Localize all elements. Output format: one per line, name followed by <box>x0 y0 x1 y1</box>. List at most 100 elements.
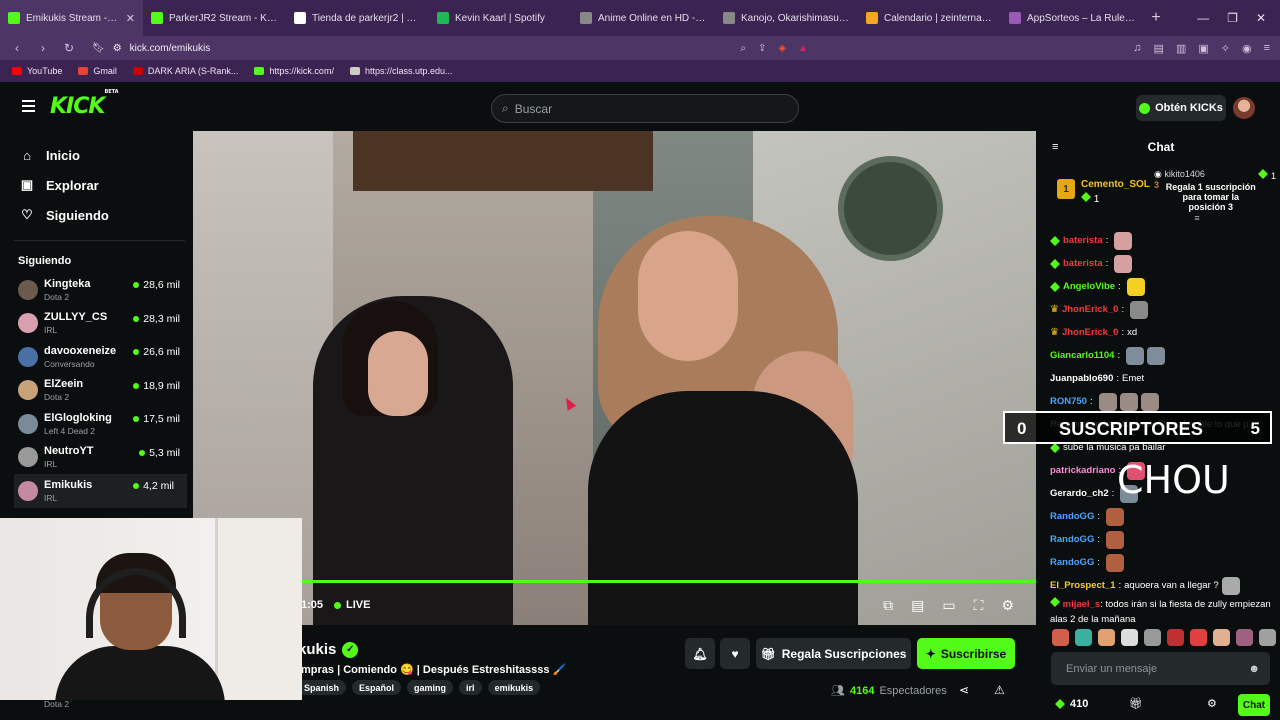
forward-icon[interactable]: › <box>36 41 50 55</box>
rewards-icon[interactable]: ▲ <box>798 43 808 54</box>
browser-tab[interactable]: Emikukis Stream - Watch Live ✕ <box>0 0 143 36</box>
chat-username[interactable]: RandoGG <box>1050 511 1094 522</box>
sidebar-nav-explorar[interactable]: ▣ Explorar <box>0 170 193 200</box>
chat-username[interactable]: baterista <box>1063 258 1103 269</box>
gift-slot[interactable]: ◉ kikito1406 1 3 Regala 1 suscripción pa… <box>1154 169 1280 223</box>
browser-tab[interactable]: AppSorteos – La Ruleta de la Suerte <box>1001 0 1144 36</box>
vpn-icon[interactable]: ◉ <box>1242 42 1252 55</box>
sidebar-nav-siguiendo[interactable]: ♡ Siguiendo <box>0 200 193 230</box>
theater-mode-icon[interactable]: ▭ <box>942 597 955 614</box>
browser-tab[interactable]: Anime Online en HD - TioAnime <box>572 0 715 36</box>
wallet-icon[interactable]: ▣ <box>1198 42 1208 55</box>
chat-username[interactable]: El_Prospect_1 <box>1050 580 1115 591</box>
pip-icon[interactable]: ⧉ <box>883 597 893 614</box>
video-progress-bar[interactable] <box>300 580 1036 583</box>
report-icon[interactable]: ⚠ <box>994 683 1005 697</box>
new-tab-button[interactable]: + <box>1144 9 1168 27</box>
quick-emote-icon[interactable] <box>1075 629 1092 646</box>
browser-tab[interactable]: Kanojo, Okarishimasu 4th Season <box>715 0 858 36</box>
followed-channel[interactable]: ZULLYY_CS IRL 28,3 mil <box>0 307 193 341</box>
bookmark-icon[interactable]: 🔖︎ <box>92 43 105 54</box>
quick-emote-icon[interactable] <box>1098 629 1115 646</box>
media-icon[interactable]: ♫ <box>1133 42 1141 55</box>
channel-name[interactable]: kukis ✓ <box>298 641 359 658</box>
browser-tab[interactable]: ParkerJR2 Stream - Kick Daily <box>143 0 286 36</box>
quick-emote-icon[interactable] <box>1052 629 1069 646</box>
restore-icon[interactable]: ❐ <box>1227 11 1238 25</box>
chat-input[interactable]: Enviar un mensaje ☻ <box>1051 652 1270 685</box>
browser-tab[interactable]: Tienda de parkerjr2 | The best <box>286 0 429 36</box>
chat-settings-icon[interactable]: ⚙ <box>1207 697 1217 710</box>
followed-channel[interactable]: davooxeneize Conversando 26,6 mil <box>0 340 193 374</box>
menu-icon[interactable]: ≡ <box>1264 42 1270 55</box>
followed-channel[interactable]: Emikukis IRL 4,2 mil <box>14 474 187 508</box>
chat-username[interactable]: AngeloVibe <box>1063 281 1115 292</box>
chat-username[interactable]: RandoGG <box>1050 557 1094 568</box>
clip-icon[interactable]: ▤ <box>911 597 924 614</box>
chat-username[interactable]: baterista <box>1063 235 1103 246</box>
chat-username[interactable]: RON750 <box>1050 396 1087 407</box>
quick-emote-icon[interactable] <box>1167 629 1184 646</box>
chat-username[interactable]: RandoGG <box>1050 534 1094 545</box>
followed-channel[interactable]: ElZeein Dota 2 18,9 mil <box>0 374 193 408</box>
channel-points[interactable]: 410 <box>1055 698 1088 710</box>
emoji-icon[interactable]: ☻ <box>1248 663 1260 675</box>
expand-leaderboard-icon[interactable]: ≡ <box>1114 213 1280 223</box>
minimize-icon[interactable]: — <box>1197 11 1209 25</box>
bookmark-item[interactable]: https://kick.com/ <box>254 66 334 76</box>
sidebar-nav-inicio[interactable]: ⌂ Inicio <box>0 140 193 170</box>
reload-icon[interactable]: ↻ <box>62 41 76 55</box>
browser-tab[interactable]: Kevin Kaarl | Spotify <box>429 0 572 36</box>
notification-button[interactable]: 🔔︎ <box>685 638 715 669</box>
stream-tag[interactable]: Español <box>352 680 402 695</box>
share-icon[interactable]: ⋖ <box>959 683 969 697</box>
stream-tag[interactable]: Spanish <box>297 680 347 695</box>
send-chat-button[interactable]: Chat <box>1238 694 1270 716</box>
chat-username[interactable]: JhonErick_0 <box>1062 327 1119 338</box>
chat-username[interactable]: JhonErick_0 <box>1062 304 1119 315</box>
close-tab-icon[interactable]: ✕ <box>126 12 135 25</box>
bookmark-item[interactable]: YouTube <box>12 66 62 76</box>
chat-username[interactable]: Juanpablo690 <box>1050 373 1113 384</box>
search-input[interactable]: ⌕ Buscar <box>491 94 799 123</box>
address-bar[interactable]: 🔖︎ ⚙︎ kick.com/emikukis ⌕ ⇪ ◈ ▲ <box>88 38 808 58</box>
close-window-icon[interactable]: ✕ <box>1256 11 1266 25</box>
chat-username[interactable]: Gerardo_ch2 <box>1050 488 1109 499</box>
chat-username[interactable]: Giancarlo1104 <box>1050 350 1114 361</box>
share-icon[interactable]: ⇪ <box>758 43 766 54</box>
brave-shield-icon[interactable]: ◈ <box>778 43 786 54</box>
quick-emote-icon[interactable] <box>1190 629 1207 646</box>
stream-tag[interactable]: emikukis <box>487 680 541 695</box>
browser-tab[interactable]: Calendario | zeinternacional <box>858 0 1001 36</box>
kick-logo[interactable]: KICKBETA <box>50 89 119 119</box>
chat-username[interactable]: mijael_s <box>1063 599 1101 610</box>
stream-tag[interactable]: irl <box>459 680 482 695</box>
reader-icon[interactable]: ▤ <box>1154 42 1164 55</box>
site-info-icon[interactable]: ⚙︎ <box>113 43 122 54</box>
bookmark-item[interactable]: DARK ARIA (S-Rank... <box>132 66 238 76</box>
followed-channel[interactable]: Kingteka Dota 2 28,6 mil <box>0 273 193 307</box>
video-player[interactable] <box>193 131 1036 625</box>
quick-emote-icon[interactable] <box>1236 629 1253 646</box>
back-icon[interactable]: ‹ <box>10 41 24 55</box>
quick-emote-icon[interactable] <box>1121 629 1138 646</box>
gift-subs-button[interactable]: 🎁︎ Regala Suscripciones <box>756 638 911 669</box>
quick-emote-icon[interactable] <box>1259 629 1276 646</box>
get-kicks-button[interactable]: Obtén KICKs <box>1136 95 1226 121</box>
hamburger-menu-icon[interactable] <box>22 100 35 115</box>
fullscreen-icon[interactable]: ⛶ <box>974 597 984 614</box>
bookmark-item[interactable]: Gmail <box>78 66 117 76</box>
subscribe-button[interactable]: ✦ Suscribirse <box>917 638 1015 669</box>
gift-box-icon[interactable]: 🎁︎ <box>1129 697 1143 710</box>
sidebar-toggle-icon[interactable]: ▥ <box>1176 42 1186 55</box>
zoom-icon[interactable]: ⌕ <box>740 43 746 54</box>
stream-tag[interactable]: gaming <box>407 680 454 695</box>
settings-icon[interactable]: ⚙ <box>1001 597 1014 614</box>
user-avatar[interactable] <box>1233 97 1255 119</box>
chat-username[interactable]: patrickadriano <box>1050 465 1115 476</box>
bookmark-item[interactable]: https://class.utp.edu... <box>349 66 453 76</box>
quick-emote-icon[interactable] <box>1213 629 1230 646</box>
followed-channel[interactable]: NeutroYT IRL 5,3 mil <box>0 441 193 475</box>
quick-emote-icon[interactable] <box>1144 629 1161 646</box>
followed-channel[interactable]: ElGlogloking Left 4 Dead 2 17,5 mil <box>0 407 193 441</box>
